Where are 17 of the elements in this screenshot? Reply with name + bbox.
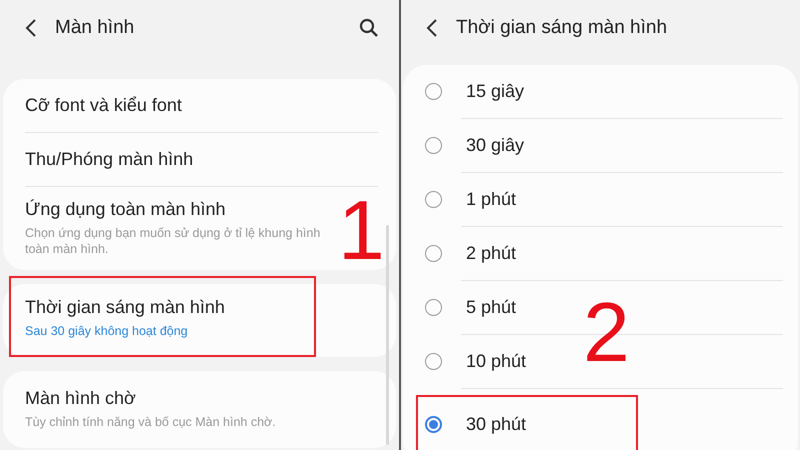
settings-item[interactable]: Màn hình chờ Tùy chỉnh tính năng và bố cục Màn hình chờ. — [3, 370, 328, 448]
radio-option[interactable]: 1 phút — [403, 173, 798, 226]
settings-item[interactable]: Thu/Phóng màn hình — [3, 133, 328, 186]
radio-option[interactable]: 2 phút — [403, 227, 798, 280]
step-number: 1 — [338, 188, 385, 272]
screen-title: Màn hình — [55, 16, 136, 38]
settings-item[interactable]: Thời gian sáng màn hình Sau 30 giây không hoạt động — [9, 276, 316, 356]
screen-title: Thời gian sáng màn hình — [456, 16, 668, 38]
radio-option[interactable]: 15 giây — [403, 65, 798, 118]
radio-option[interactable]: 30 phút — [416, 395, 638, 450]
settings-item[interactable]: Cỡ font và kiểu font — [3, 79, 328, 132]
back-icon[interactable] — [426, 18, 438, 36]
radio-option[interactable]: 30 giây — [403, 119, 798, 172]
settings-item[interactable]: Ứng dụng toàn màn hình Chọn ứng dụng bạn muốn sử dụng ở tỉ lệ khung hình toàn màn hình. — [3, 187, 328, 270]
step-number: 2 — [583, 290, 630, 374]
back-icon[interactable] — [25, 18, 37, 36]
search-icon[interactable] — [359, 18, 379, 38]
